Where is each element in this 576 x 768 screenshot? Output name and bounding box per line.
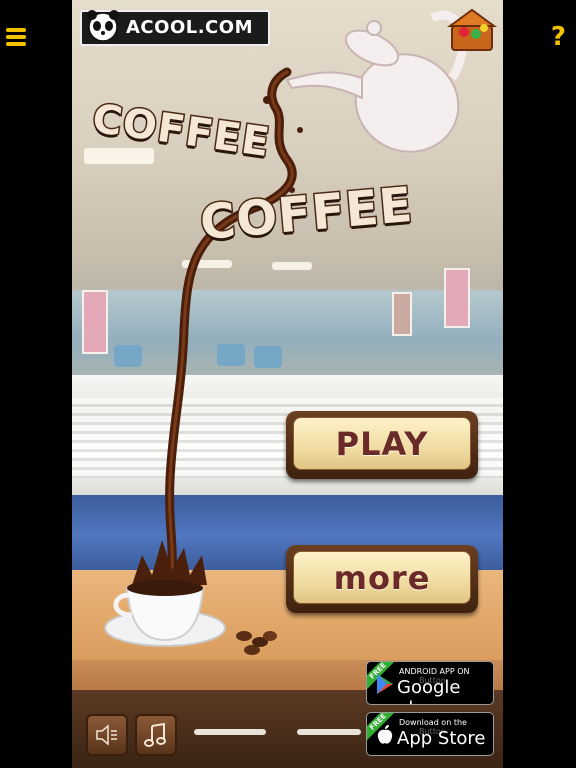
game-canvas: ACOOL.COM COFFEE COFFEE PLAY more FREE A… bbox=[72, 0, 503, 768]
google-badge-small-text: ANDROID APP ON bbox=[399, 667, 470, 676]
logo-text: ACOOL.COM bbox=[126, 17, 253, 38]
site-logo[interactable]: ACOOL.COM bbox=[80, 10, 270, 46]
android-icon bbox=[377, 674, 393, 694]
play-button-label: PLAY bbox=[335, 424, 429, 463]
speaker-icon bbox=[96, 724, 117, 746]
decorative-dash bbox=[194, 729, 266, 735]
apple-badge-big-text: App Store bbox=[397, 728, 486, 749]
app-store-badge[interactable]: FREE Download on the Button App Store bbox=[366, 712, 494, 756]
help-icon[interactable]: ? bbox=[551, 22, 566, 52]
google-badge-big-text: Google play bbox=[397, 677, 461, 704]
more-button-label: more bbox=[333, 558, 431, 597]
more-button[interactable]: more bbox=[286, 545, 478, 613]
panda-icon bbox=[87, 10, 119, 42]
apple-badge-small-text: Download on the bbox=[399, 718, 467, 727]
apple-icon bbox=[377, 725, 393, 744]
google-play-badge[interactable]: FREE ANDROID APP ON Button Google play bbox=[366, 661, 494, 705]
decorative-dash bbox=[297, 729, 361, 735]
gift-icon[interactable] bbox=[446, 6, 498, 54]
menu-icon[interactable] bbox=[6, 28, 26, 46]
sound-toggle[interactable] bbox=[86, 714, 128, 756]
play-button[interactable]: PLAY bbox=[286, 411, 478, 479]
music-note-icon bbox=[144, 722, 166, 747]
music-toggle[interactable] bbox=[135, 714, 177, 756]
